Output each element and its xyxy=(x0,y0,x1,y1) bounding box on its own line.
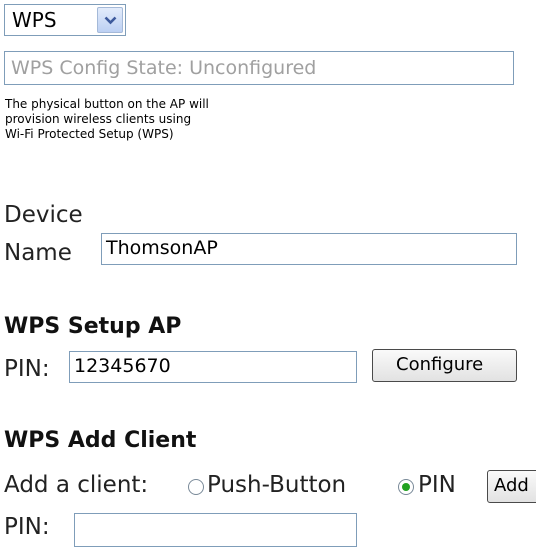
push-button-radio-label[interactable]: Push-Button xyxy=(207,472,346,498)
setup-pin-label: PIN: xyxy=(4,356,50,382)
device-name-label-line2: Name xyxy=(4,240,72,266)
add-client-button[interactable]: Add xyxy=(487,470,536,503)
description-line: Wi-Fi Protected Setup (WPS) xyxy=(5,127,174,141)
wps-description: The physical button on the AP will provi… xyxy=(5,97,209,142)
setup-pin-input[interactable]: 12345670 xyxy=(69,351,357,383)
configure-button-label: Configure xyxy=(396,354,484,375)
pin-radio[interactable] xyxy=(398,479,414,495)
wps-mode-select[interactable]: WPS xyxy=(4,4,126,36)
wps-mode-value: WPS xyxy=(12,8,57,32)
wps-config-state-text: WPS Config State: Unconfigured xyxy=(11,57,317,79)
wps-config-state-field: WPS Config State: Unconfigured xyxy=(4,51,514,85)
push-button-radio[interactable] xyxy=(188,479,204,495)
device-name-input[interactable]: ThomsonAP xyxy=(101,233,517,265)
configure-button[interactable]: Configure xyxy=(372,349,517,382)
device-name-label-line1: Device xyxy=(4,202,83,228)
add-client-prompt: Add a client: xyxy=(4,472,149,498)
add-client-button-label: Add xyxy=(494,475,529,496)
chevron-down-icon xyxy=(104,16,117,25)
dropdown-button[interactable] xyxy=(97,7,123,33)
client-pin-input[interactable] xyxy=(74,513,357,547)
setup-pin-value: 12345670 xyxy=(74,355,171,377)
client-pin-label: PIN: xyxy=(4,514,50,540)
pin-radio-label[interactable]: PIN xyxy=(418,472,456,498)
description-line: The physical button on the AP will xyxy=(5,97,209,111)
wps-add-client-heading: WPS Add Client xyxy=(4,428,197,453)
description-line: provision wireless clients using xyxy=(5,112,192,126)
device-name-value: ThomsonAP xyxy=(106,237,218,259)
wps-setup-ap-heading: WPS Setup AP xyxy=(4,314,182,339)
